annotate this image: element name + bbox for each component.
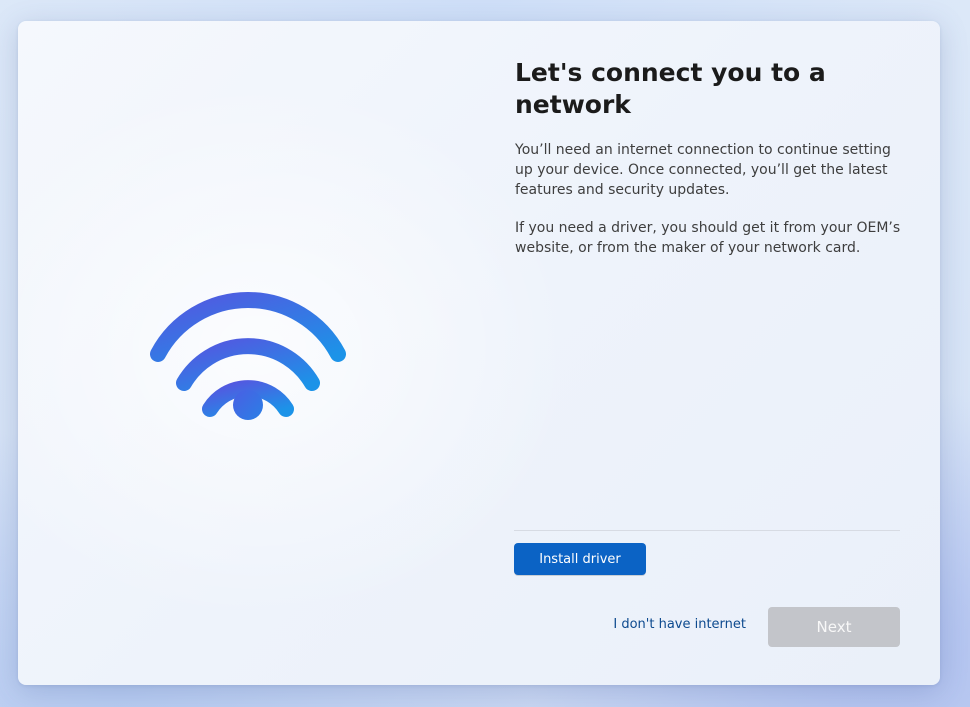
setup-dialog: Let's connect you to a network You’ll ne…: [18, 21, 940, 685]
wifi-dot: [233, 390, 263, 420]
divider: [514, 530, 900, 531]
description-driver: If you need a driver, you should get it …: [515, 220, 901, 256]
no-internet-link[interactable]: I don't have internet: [610, 617, 746, 632]
page-title: Let's connect you to a network: [515, 58, 826, 119]
next-button[interactable]: Next: [768, 607, 900, 647]
install-driver-button[interactable]: Install driver: [514, 543, 646, 575]
description-connection: You’ll need an internet connection to co…: [515, 142, 891, 198]
